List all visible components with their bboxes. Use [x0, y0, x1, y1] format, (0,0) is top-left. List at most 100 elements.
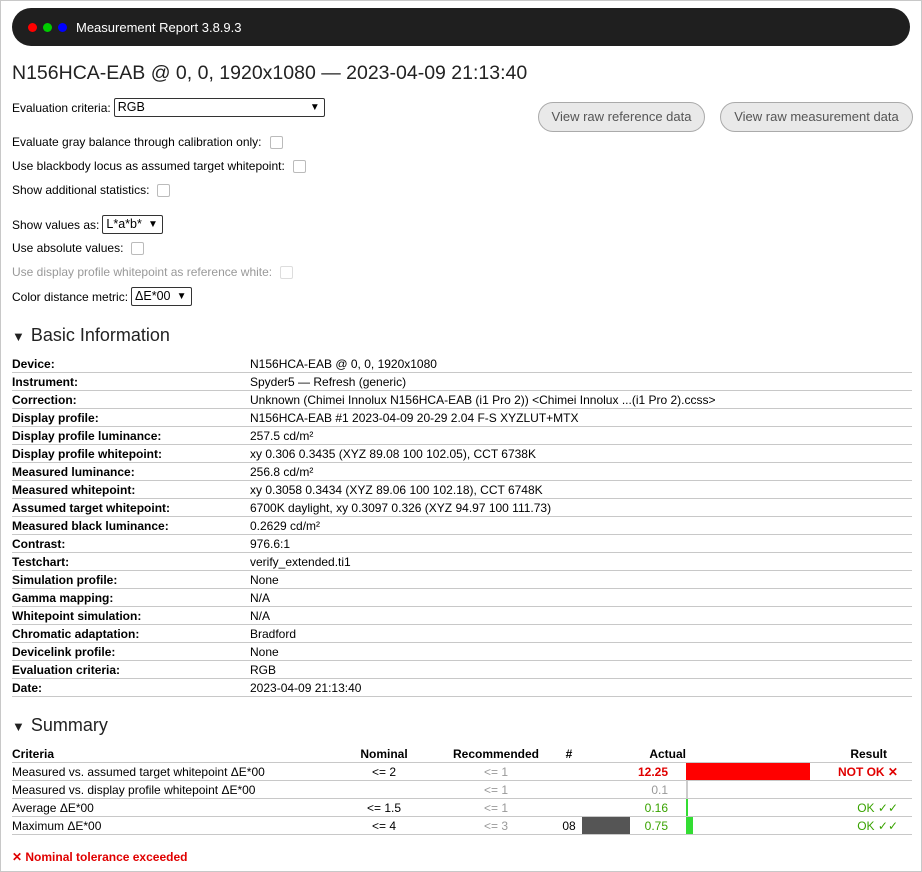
info-value: xy 0.306 0.3435 (XYZ 89.08 100 102.05), …	[250, 444, 912, 463]
info-row: Chromatic adaptation: Bradford	[12, 624, 912, 643]
bar-cell	[686, 798, 812, 817]
info-key: Display profile luminance:	[12, 426, 250, 445]
info-value: N156HCA-EAB @ 0, 0, 1920x1080	[250, 355, 912, 373]
info-value: None	[250, 642, 912, 661]
summary-table: Criteria Nominal Recommended # Actual Re…	[12, 745, 912, 835]
profile-whitepoint-option: Use display profile whitepoint as refere…	[12, 265, 294, 279]
additional-stats-label: Show additional statistics:	[12, 183, 150, 197]
actual-cell: 0.1	[636, 780, 686, 799]
info-key: Display profile whitepoint:	[12, 444, 250, 463]
info-value: xy 0.3058 0.3434 (XYZ 89.06 100 102.18),…	[250, 480, 912, 499]
delta-bar	[686, 817, 693, 834]
info-value: None	[250, 570, 912, 589]
nominal-cell: <= 4	[332, 816, 436, 835]
info-row: Gamma mapping: N/A	[12, 588, 912, 607]
summary-heading[interactable]: ▼ Summary	[12, 715, 108, 736]
nominal-header: Nominal	[332, 745, 436, 763]
color-metric-row: Color distance metric: ΔE*00 ▼	[12, 287, 192, 306]
info-key: Correction:	[12, 390, 250, 409]
info-key: Evaluation criteria:	[12, 660, 250, 679]
info-key: Simulation profile:	[12, 570, 250, 589]
blackbody-label: Use blackbody locus as assumed target wh…	[12, 159, 285, 173]
info-key: Device:	[12, 355, 250, 373]
basic-info-table: Device: N156HCA-EAB @ 0, 0, 1920x1080 Inst…	[12, 355, 912, 697]
info-value: 6700K daylight, xy 0.3097 0.326 (XYZ 94.…	[250, 498, 912, 517]
gray-balance-label: Evaluate gray balance through calibratio…	[12, 135, 262, 149]
collapse-triangle-icon: ▼	[12, 329, 25, 344]
info-row: Assumed target whitepoint: 6700K daylight…	[12, 498, 912, 517]
number-cell	[556, 780, 582, 799]
info-key: Display profile:	[12, 408, 250, 427]
info-key: Measured black luminance:	[12, 516, 250, 535]
result-header: Result	[812, 745, 912, 763]
info-value: RGB	[250, 660, 912, 679]
swatch-cell	[582, 816, 636, 835]
summary-row: Measured vs. assumed target whitepoint Δ…	[12, 762, 912, 781]
info-row: Instrument: Spyder5 — Refresh (generic)	[12, 372, 912, 391]
blackbody-checkbox[interactable]	[292, 159, 306, 173]
result-cell: OK ✓✓	[812, 816, 912, 835]
delta-bar	[686, 781, 688, 798]
info-row: Contrast: 976.6:1	[12, 534, 912, 553]
basic-info-heading[interactable]: ▼ Basic Information	[12, 325, 170, 346]
bar-header	[686, 745, 812, 763]
info-value: Unknown (Chimei Innolux N156HCA-EAB (i1 …	[250, 390, 912, 409]
info-row: Display profile: N156HCA-EAB #1 2023-04-0…	[12, 408, 912, 427]
show-values-select[interactable]: L*a*b* ▼	[102, 215, 163, 234]
view-raw-measurement-button[interactable]: View raw measurement data	[720, 102, 913, 132]
info-value: 256.8 cd/m²	[250, 462, 912, 481]
info-row: Measured luminance: 256.8 cd/m²	[12, 462, 912, 481]
page-title: N156HCA-EAB @ 0, 0, 1920x1080 — 2023-04-…	[12, 62, 528, 84]
info-key: Whitepoint simulation:	[12, 606, 250, 625]
recommended-header: Recommended	[436, 745, 556, 763]
profile-whitepoint-checkbox[interactable]	[280, 265, 294, 279]
color-swatch	[582, 817, 630, 834]
evaluation-criteria-value: RGB	[117, 100, 145, 114]
nominal-cell: <= 2	[332, 762, 436, 781]
close-dot[interactable]	[28, 23, 37, 32]
recommended-cell: <= 1	[436, 798, 556, 817]
view-raw-reference-button[interactable]: View raw reference data	[538, 102, 705, 132]
gray-balance-option: Evaluate gray balance through calibratio…	[12, 135, 283, 149]
criteria-cell: Measured vs. display profile whitepoint …	[12, 780, 332, 799]
info-key: Measured luminance:	[12, 462, 250, 481]
additional-stats-option: Show additional statistics:	[12, 183, 171, 197]
actual-header: Actual	[636, 745, 686, 763]
criteria-cell: Maximum ΔE*00	[12, 816, 332, 835]
nominal-cell: <= 1.5	[332, 798, 436, 817]
info-key: Measured whitepoint:	[12, 480, 250, 499]
info-row: Measured black luminance: 0.2629 cd/m²	[12, 516, 912, 535]
info-row: Display profile luminance: 257.5 cd/m²	[12, 426, 912, 445]
delta-bar	[686, 799, 688, 816]
summary-row: Maximum ΔE*00 <= 4 <= 3 08 0.75 OK ✓✓	[12, 816, 912, 835]
swatch-cell	[582, 780, 636, 799]
color-metric-label: Color distance metric:	[12, 289, 129, 304]
additional-stats-checkbox[interactable]	[157, 183, 171, 197]
chevron-down-icon: ▼	[176, 291, 187, 302]
swatch-header	[582, 745, 636, 763]
color-metric-select[interactable]: ΔE*00 ▼	[131, 287, 192, 306]
info-key: Instrument:	[12, 372, 250, 391]
evaluation-criteria-select[interactable]: RGB ▼	[113, 98, 325, 117]
info-row: Whitepoint simulation: N/A	[12, 606, 912, 625]
result-cell	[812, 780, 912, 799]
info-key: Testchart:	[12, 552, 250, 571]
number-cell	[556, 762, 582, 781]
result-cell: OK ✓✓	[812, 798, 912, 817]
info-row: Simulation profile: None	[12, 570, 912, 589]
info-value: Bradford	[250, 624, 912, 643]
info-row: Device: N156HCA-EAB @ 0, 0, 1920x1080	[12, 355, 912, 373]
summary-title: Summary	[30, 715, 108, 735]
blackbody-option: Use blackbody locus as assumed target wh…	[12, 159, 306, 173]
nominal-cell	[332, 780, 436, 799]
maximize-dot[interactable]	[43, 23, 52, 32]
basic-info-title: Basic Information	[30, 325, 170, 345]
number-cell: 08	[556, 816, 582, 835]
gray-balance-checkbox[interactable]	[269, 135, 283, 149]
show-values-value: L*a*b*	[106, 217, 142, 231]
minimize-dot[interactable]	[58, 23, 67, 32]
actual-cell: 12.25	[636, 762, 686, 781]
criteria-cell: Measured vs. assumed target whitepoint Δ…	[12, 762, 332, 781]
info-key: Chromatic adaptation:	[12, 624, 250, 643]
absolute-values-checkbox[interactable]	[131, 241, 145, 255]
